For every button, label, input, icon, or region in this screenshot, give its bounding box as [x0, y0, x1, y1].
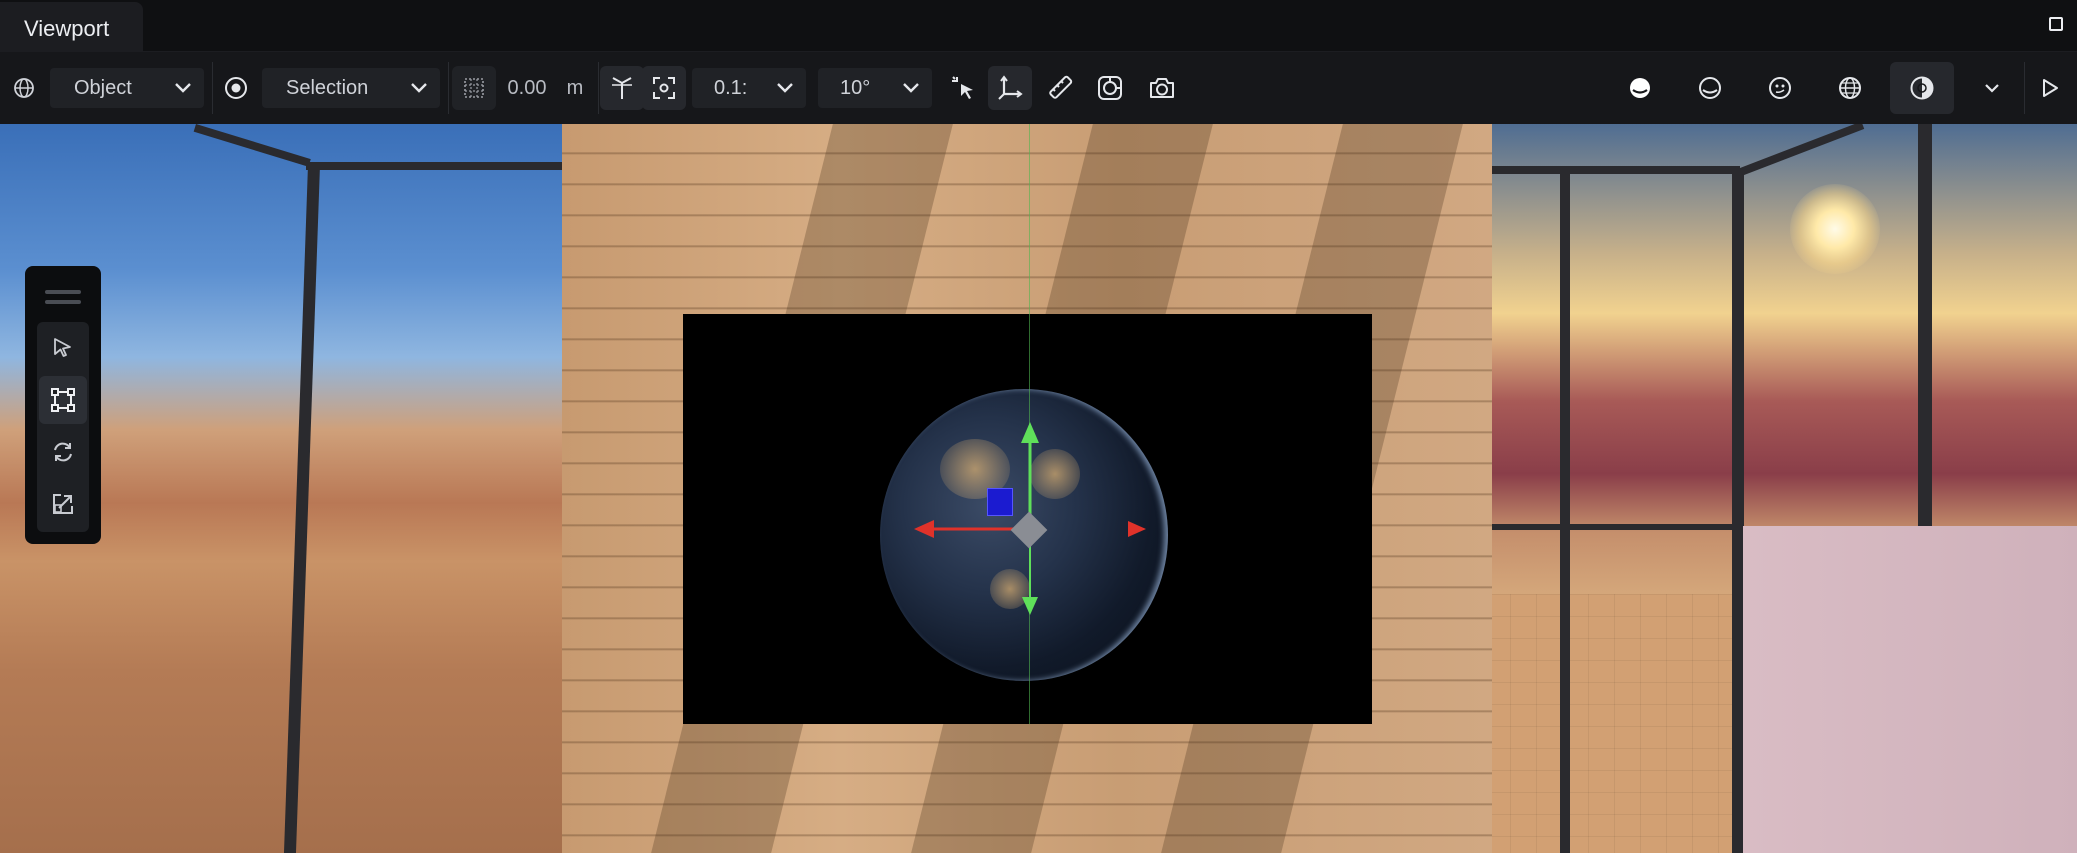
rotation-snap-dropdown[interactable]: 10° [818, 68, 932, 108]
rotation-snap-value: 10° [840, 76, 871, 99]
scale-tool-button[interactable] [39, 480, 87, 528]
ruler-icon[interactable] [1038, 66, 1082, 110]
viewport-canvas[interactable] [0, 124, 2077, 853]
globe-icon[interactable] [2, 66, 46, 110]
cursor-icon [54, 338, 71, 357]
rotate-icon [54, 442, 72, 462]
rotate-tool-button[interactable] [39, 428, 87, 476]
focus-frame-icon[interactable] [642, 66, 686, 110]
frame-beam [1486, 166, 1740, 174]
maximize-icon[interactable] [2049, 17, 2063, 31]
pivot-mode-value: Selection [286, 76, 369, 99]
chevron-down-icon [903, 83, 919, 93]
drag-handle-icon[interactable] [45, 300, 81, 304]
chevron-down-icon [411, 83, 427, 93]
lighting-mode-button[interactable] [1890, 62, 1954, 114]
wireframe-globe-icon[interactable] [1828, 66, 1872, 110]
drag-handle-icon[interactable] [45, 290, 81, 294]
space-mode-value: Object [74, 76, 132, 99]
axes-icon[interactable] [988, 66, 1032, 110]
divider [2024, 62, 2025, 114]
chevron-down-icon[interactable] [1970, 66, 2014, 110]
frame-beam [1488, 524, 1744, 530]
shading-outline-icon[interactable] [1688, 66, 1732, 110]
frame-beam [306, 162, 566, 170]
frame-pole [1560, 172, 1570, 853]
target-icon[interactable] [214, 66, 258, 110]
viewport-toolbar: Object Selection 0.00 m 0.1: 10° [0, 52, 2077, 124]
grid-snap-value[interactable]: 0.00 [504, 68, 550, 108]
divider [598, 62, 599, 114]
origin-icon[interactable] [600, 66, 644, 110]
chevron-down-icon [175, 83, 191, 93]
transform-tool-button[interactable] [39, 376, 87, 424]
object-capture-icon[interactable] [1088, 66, 1132, 110]
sun [1790, 184, 1880, 274]
shading-solid-icon[interactable] [1618, 66, 1662, 110]
divider [448, 62, 449, 114]
space-mode-dropdown[interactable]: Object [50, 68, 204, 108]
transform-icon [51, 388, 75, 412]
tool-palette [25, 266, 101, 544]
tab-bar: Viewport [0, 0, 2077, 52]
scale-icon [53, 494, 73, 514]
select-tool-button[interactable] [39, 324, 87, 372]
pivot-mode-dropdown[interactable]: Selection [262, 68, 440, 108]
camera-icon[interactable] [1140, 66, 1184, 110]
play-icon[interactable] [2028, 66, 2072, 110]
pink-cube[interactable] [1743, 526, 2077, 853]
move-snap-dropdown[interactable]: 0.1: [692, 68, 806, 108]
chevron-down-icon [777, 83, 793, 93]
tab-viewport[interactable]: Viewport [0, 2, 143, 52]
frame-pole [1918, 124, 1932, 544]
divider [212, 62, 213, 114]
cursor-sparkle-icon[interactable] [942, 66, 986, 110]
lighting-contrast-icon [1910, 76, 1934, 100]
grid-icon[interactable] [452, 66, 496, 110]
grid-snap-unit: m [566, 76, 584, 99]
tab-viewport-label: Viewport [24, 16, 110, 41]
move-snap-value: 0.1: [714, 76, 748, 99]
shading-face-icon[interactable] [1758, 66, 1802, 110]
